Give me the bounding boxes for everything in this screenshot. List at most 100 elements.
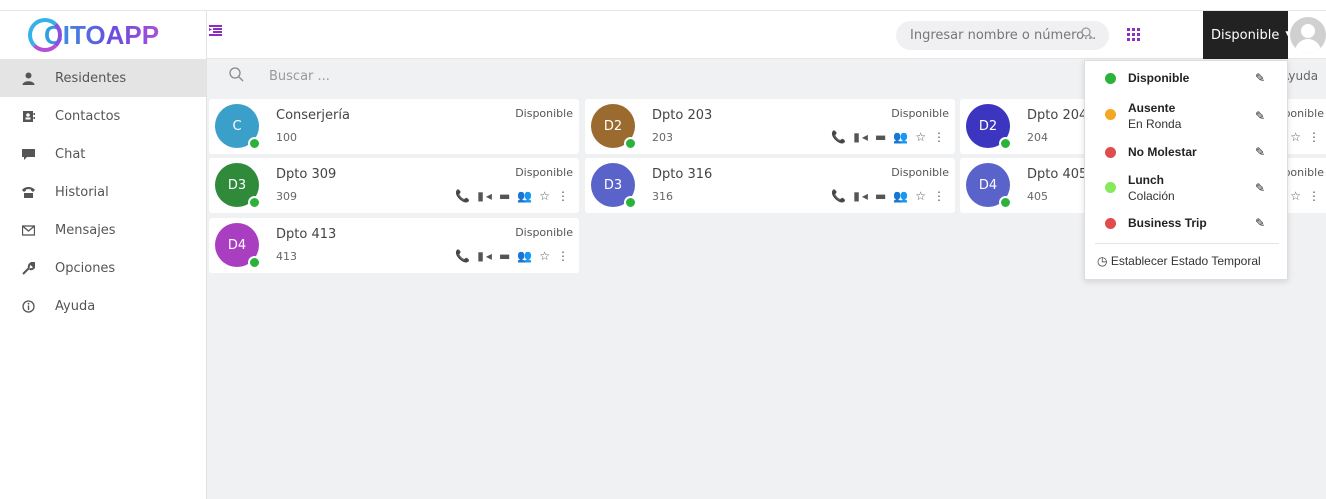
sidebar-item-contactos[interactable]: Contactos bbox=[0, 97, 206, 135]
sidebar: CITOAPP Residentes Contactos Chat Histor… bbox=[0, 11, 207, 499]
header-search-input[interactable]: Ingresar nombre o número... bbox=[896, 21, 1109, 50]
group-icon[interactable]: 👥 bbox=[893, 189, 910, 203]
contact-status: Disponible bbox=[891, 107, 949, 120]
contact-card[interactable]: D4 Dpto 413 413 Disponible 📞 ▮◂ ▬ 👥 ☆ ⋮ bbox=[209, 218, 579, 273]
contact-extension: 405 bbox=[1027, 190, 1048, 203]
search-icon[interactable] bbox=[1081, 21, 1093, 50]
set-temporary-status-item[interactable]: ◷ Establecer Estado Temporal bbox=[1097, 254, 1261, 268]
edit-pencil-icon[interactable]: ✎ bbox=[1255, 145, 1265, 159]
sidebar-item-mensajes[interactable]: Mensajes bbox=[0, 211, 206, 249]
video-icon[interactable]: ▮◂ bbox=[853, 189, 870, 203]
online-status-dot bbox=[624, 196, 637, 209]
star-icon[interactable]: ☆ bbox=[915, 189, 928, 203]
online-status-dot bbox=[248, 256, 261, 269]
residents-search-input[interactable]: Buscar ... bbox=[269, 69, 330, 84]
star-icon[interactable]: ☆ bbox=[1290, 130, 1303, 144]
phone-icon[interactable]: 📞 bbox=[831, 130, 848, 144]
status-dropdown-menu: Disponible ✎ Ausente En Ronda ✎ No Moles… bbox=[1084, 60, 1288, 280]
status-option-ausente[interactable]: Ausente En Ronda ✎ bbox=[1085, 95, 1289, 133]
phone-icon[interactable]: 📞 bbox=[455, 249, 472, 263]
more-options-icon[interactable]: ⋮ bbox=[1308, 189, 1322, 203]
phone-icon[interactable]: 📞 bbox=[831, 189, 848, 203]
more-options-icon[interactable]: ⋮ bbox=[1308, 130, 1322, 144]
status-dropdown-button[interactable]: Disponible ▼ bbox=[1203, 11, 1292, 59]
info-icon bbox=[20, 298, 36, 314]
status-option-no-molestar[interactable]: No Molestar ✎ bbox=[1085, 133, 1289, 167]
edit-pencil-icon[interactable]: ✎ bbox=[1255, 71, 1265, 85]
sidebar-item-opciones[interactable]: Opciones bbox=[0, 249, 206, 287]
contact-actions: 📞 ▮◂ ▬ 👥 ☆ ⋮ bbox=[455, 189, 571, 203]
sidebar-item-chat[interactable]: Chat bbox=[0, 135, 206, 173]
star-icon[interactable]: ☆ bbox=[539, 189, 552, 203]
star-icon[interactable]: ☆ bbox=[539, 249, 552, 263]
more-options-icon[interactable]: ⋮ bbox=[557, 249, 571, 263]
avatar[interactable] bbox=[1290, 17, 1326, 53]
sidebar-item-label: Chat bbox=[55, 146, 86, 162]
contact-card[interactable]: D3 Dpto 309 309 Disponible 📞 ▮◂ ▬ 👥 ☆ ⋮ bbox=[209, 158, 579, 213]
star-icon[interactable]: ☆ bbox=[915, 130, 928, 144]
video-icon[interactable]: ▮◂ bbox=[477, 249, 494, 263]
status-option-lunch[interactable]: Lunch Colación ✎ bbox=[1085, 167, 1289, 207]
video-icon[interactable]: ▮◂ bbox=[477, 189, 494, 203]
edit-pencil-icon[interactable]: ✎ bbox=[1255, 181, 1265, 195]
more-options-icon[interactable]: ⋮ bbox=[933, 130, 947, 144]
contact-status: Disponible bbox=[515, 166, 573, 179]
status-dot-icon bbox=[1105, 109, 1116, 120]
group-icon[interactable]: 👥 bbox=[517, 189, 534, 203]
sidebar-item-label: Residentes bbox=[55, 70, 127, 86]
status-option-business-trip[interactable]: Business Trip ✎ bbox=[1085, 207, 1289, 239]
contact-card[interactable]: C Conserjería 100 Disponible bbox=[209, 99, 579, 154]
contact-extension: 100 bbox=[276, 131, 297, 144]
status-option-title: Ausente bbox=[1128, 101, 1176, 115]
edit-pencil-icon[interactable]: ✎ bbox=[1255, 109, 1265, 123]
sidebar-item-ayuda[interactable]: Ayuda bbox=[0, 287, 206, 325]
sidebar-item-label: Opciones bbox=[55, 260, 116, 276]
top-header: Ingresar nombre o número... Disponible ▼ bbox=[207, 11, 1326, 59]
set-temporary-status-label: Establecer Estado Temporal bbox=[1110, 254, 1261, 268]
contact-card[interactable]: D2 Dpto 203 203 Disponible 📞 ▮◂ ▬ 👥 ☆ ⋮ bbox=[585, 99, 955, 154]
status-option-title: Disponible bbox=[1128, 71, 1190, 85]
menu-toggle-icon[interactable] bbox=[209, 25, 223, 37]
online-status-dot bbox=[999, 196, 1012, 209]
more-options-icon[interactable]: ⋮ bbox=[557, 189, 571, 203]
contact-card[interactable]: D3 Dpto 316 316 Disponible 📞 ▮◂ ▬ 👥 ☆ ⋮ bbox=[585, 158, 955, 213]
sidebar-item-label: Mensajes bbox=[55, 222, 116, 238]
contact-name: Dpto 204 bbox=[1027, 108, 1088, 123]
phone-icon[interactable]: 📞 bbox=[455, 189, 472, 203]
search-icon bbox=[229, 67, 244, 86]
phone-icon bbox=[20, 184, 36, 200]
apps-grid-icon[interactable] bbox=[1127, 28, 1140, 41]
logo[interactable]: CITOAPP bbox=[0, 11, 206, 59]
status-dot-icon bbox=[1105, 73, 1116, 84]
contact-extension: 203 bbox=[652, 131, 673, 144]
sidebar-item-historial[interactable]: Historial bbox=[0, 173, 206, 211]
contact-status: Disponible bbox=[515, 226, 573, 239]
online-status-dot bbox=[624, 137, 637, 150]
contact-extension: 413 bbox=[276, 250, 297, 263]
group-icon[interactable]: 👥 bbox=[893, 130, 910, 144]
group-icon[interactable]: 👥 bbox=[517, 249, 534, 263]
contact-status: Disponible bbox=[515, 107, 573, 120]
contact-actions: 📞 ▮◂ ▬ 👥 ☆ ⋮ bbox=[831, 189, 947, 203]
chat-icon[interactable]: ▬ bbox=[875, 189, 888, 203]
contact-status: Disponible bbox=[891, 166, 949, 179]
star-icon[interactable]: ☆ bbox=[1290, 189, 1303, 203]
chat-icon[interactable]: ▬ bbox=[499, 189, 512, 203]
video-icon[interactable]: ▮◂ bbox=[853, 130, 870, 144]
contact-name: Dpto 316 bbox=[652, 167, 713, 182]
status-label: Disponible bbox=[1211, 27, 1280, 43]
online-status-dot bbox=[999, 137, 1012, 150]
chat-icon bbox=[20, 146, 36, 162]
more-options-icon[interactable]: ⋮ bbox=[933, 189, 947, 203]
top-strip bbox=[0, 0, 1326, 11]
chat-icon[interactable]: ▬ bbox=[499, 249, 512, 263]
contact-extension: 316 bbox=[652, 190, 673, 203]
status-option-disponible[interactable]: Disponible ✎ bbox=[1085, 61, 1289, 95]
edit-pencil-icon[interactable]: ✎ bbox=[1255, 216, 1265, 230]
sidebar-item-residentes[interactable]: Residentes bbox=[0, 59, 206, 97]
logo-ring-icon bbox=[28, 18, 62, 52]
status-option-title: No Molestar bbox=[1128, 145, 1197, 159]
contact-extension: 309 bbox=[276, 190, 297, 203]
wrench-icon bbox=[20, 260, 36, 276]
chat-icon[interactable]: ▬ bbox=[875, 130, 888, 144]
